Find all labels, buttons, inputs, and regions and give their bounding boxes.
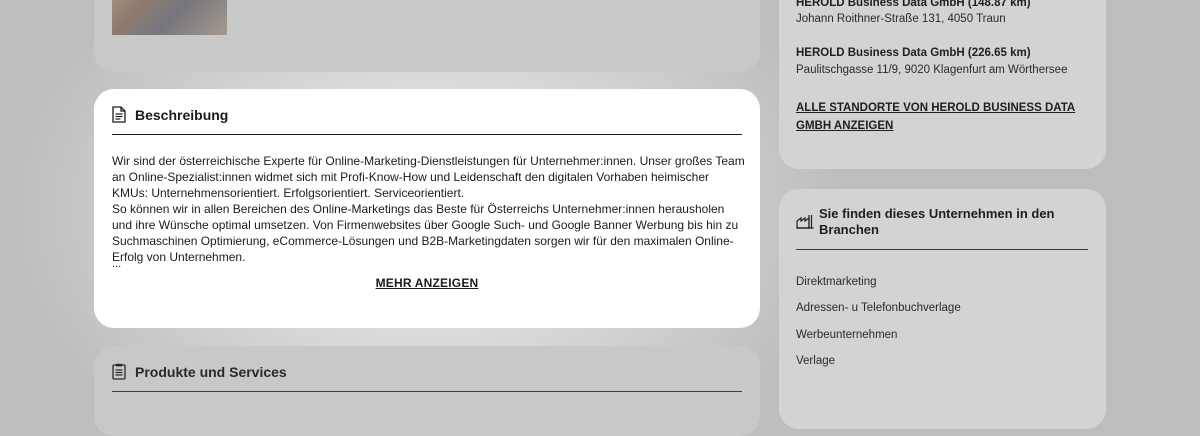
location-name[interactable]: HEROLD Business Data GmbH (148.87 km) — [796, 0, 1031, 9]
company-photo[interactable] — [112, 0, 227, 35]
all-locations-link[interactable]: ALLE STANDORTE VON HEROLD BUSINESS DATA … — [796, 99, 1086, 135]
description-card: Beschreibung Wir sind der österreichisch… — [94, 89, 760, 328]
products-header: Produkte und Services — [112, 346, 742, 392]
description-paragraph: So können wir in allen Bereichen des Onl… — [112, 202, 739, 264]
image-card — [94, 0, 760, 72]
description-paragraph: Wir sind der österreichische Experte für… — [112, 154, 745, 200]
branch-item[interactable]: Direktmarketing — [796, 276, 877, 288]
location-name[interactable]: HEROLD Business Data GmbH (226.65 km) — [796, 47, 1031, 59]
industry-icon — [796, 215, 814, 229]
products-card: Produkte und Services — [94, 346, 760, 436]
description-ellipsis: ... — [112, 258, 122, 270]
description-title: Beschreibung — [135, 107, 229, 123]
branch-item[interactable]: Adressen- u Telefonbuchverlage — [796, 302, 961, 314]
branch-item[interactable]: Verlage — [796, 355, 835, 367]
document-icon — [112, 106, 126, 123]
branch-item[interactable]: Werbeunternehmen — [796, 329, 897, 341]
branches-header: Sie finden dieses Unternehmen in den Bra… — [796, 189, 1088, 250]
location-address: Johann Roithner-Straße 131, 4050 Traun — [796, 13, 1006, 25]
branches-card: Sie finden dieses Unternehmen in den Bra… — [779, 189, 1106, 429]
description-text: Wir sind der österreichische Experte für… — [112, 153, 746, 265]
branches-title: Sie finden dieses Unternehmen in den Bra… — [819, 206, 1055, 237]
show-more-link[interactable]: MEHR ANZEIGEN — [94, 276, 760, 290]
products-title: Produkte und Services — [135, 364, 287, 380]
locations-card: HEROLD Business Data GmbH (148.87 km) Jo… — [779, 0, 1106, 169]
clipboard-icon — [112, 363, 126, 380]
description-header: Beschreibung — [112, 89, 742, 135]
location-address: Paulitschgasse 11/9, 9020 Klagenfurt am … — [796, 64, 1068, 76]
